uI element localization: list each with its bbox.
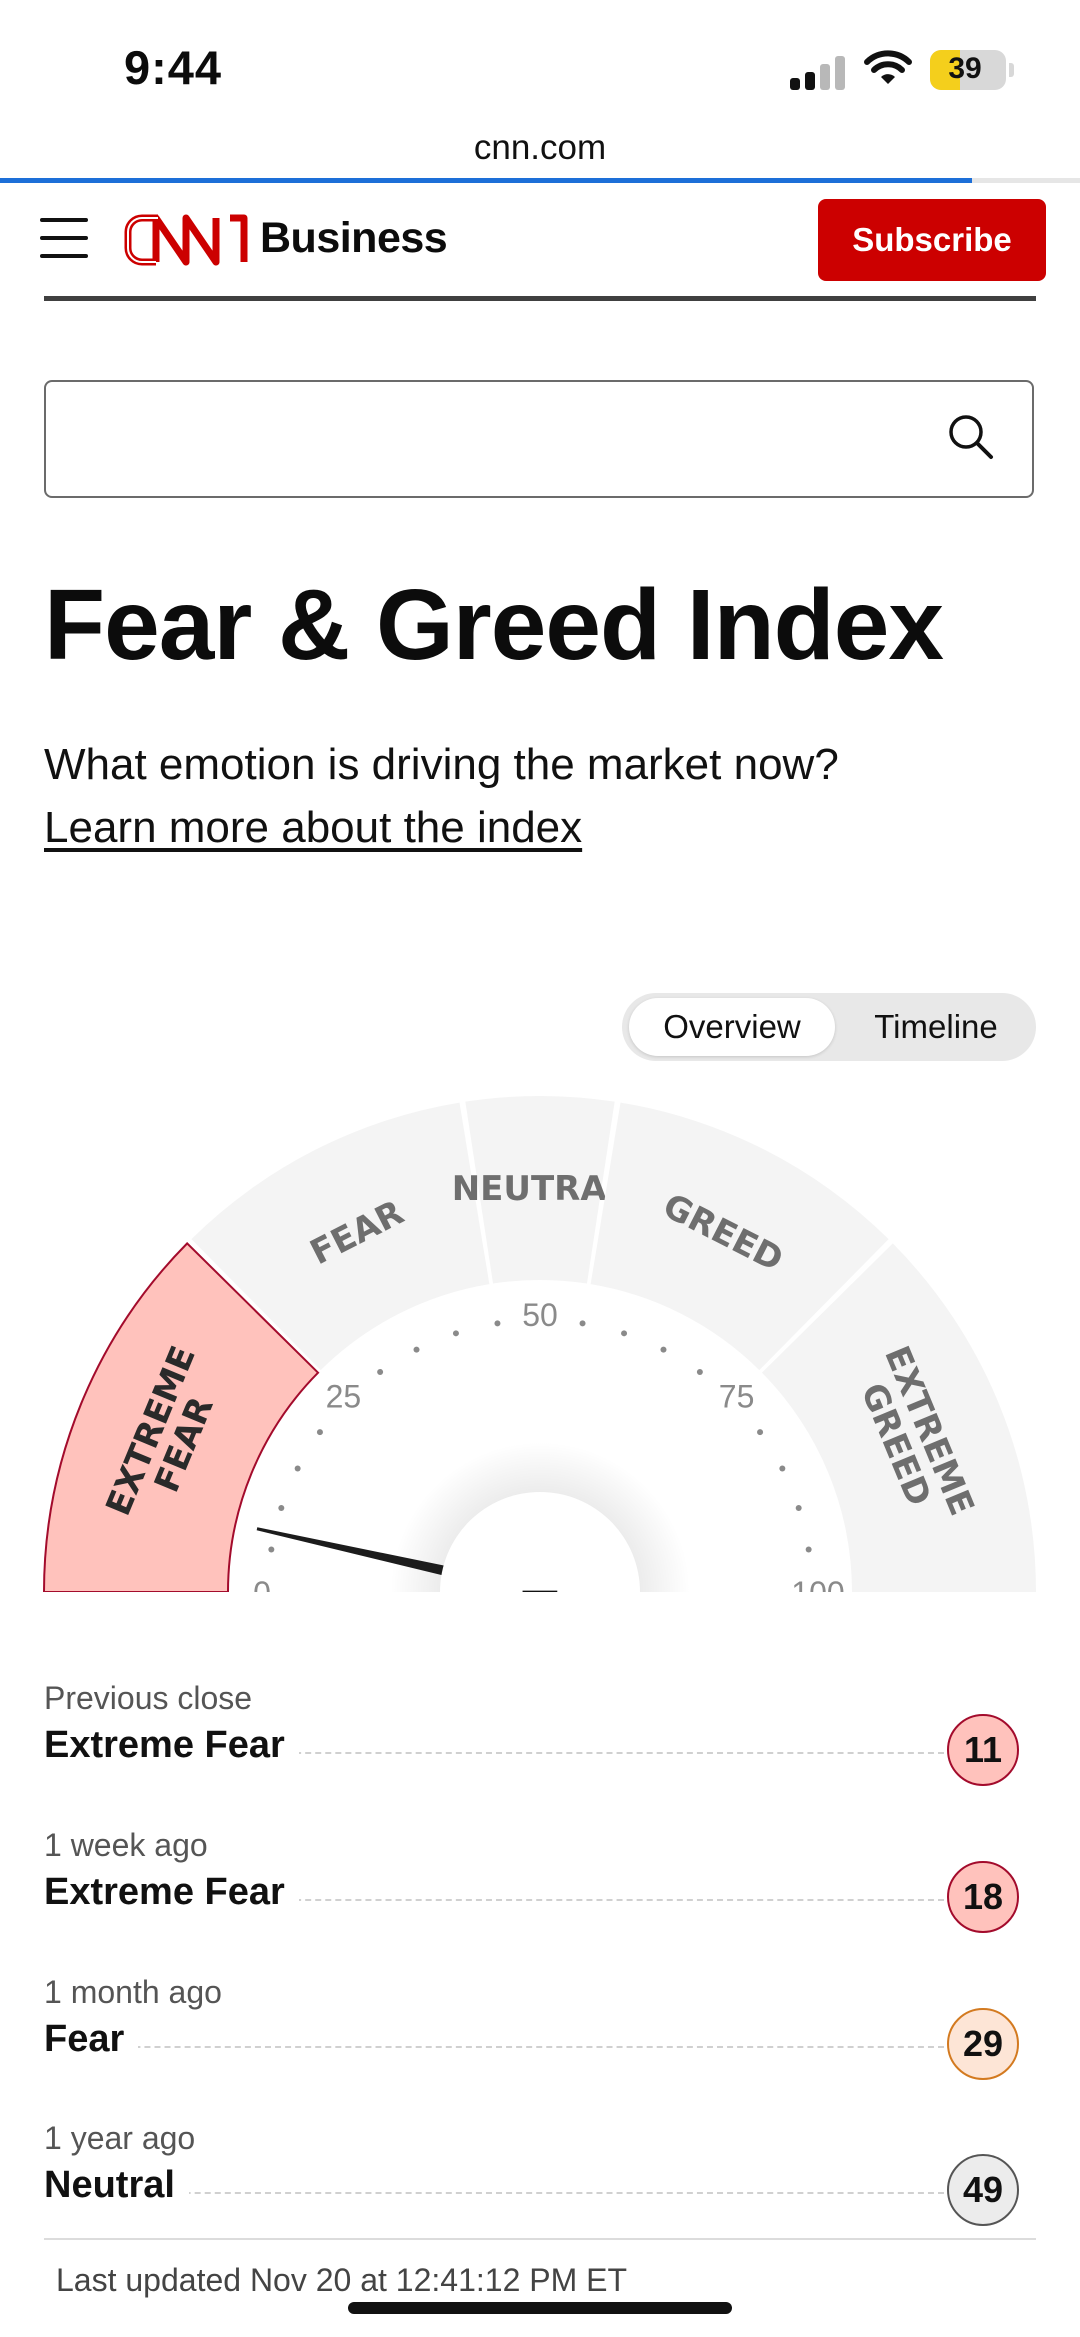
gauge-tick-dot xyxy=(316,1429,323,1436)
battery-icon: 39 xyxy=(930,50,1014,90)
home-indicator[interactable] xyxy=(348,2302,732,2314)
learn-more-link[interactable]: Learn more about the index xyxy=(44,803,582,853)
history-when: Previous close xyxy=(44,1680,253,1716)
search-icon[interactable] xyxy=(946,412,996,462)
page-subtitle: What emotion is driving the market now? xyxy=(44,740,839,789)
view-toggle: Overview Timeline xyxy=(622,993,1036,1061)
page-title: Fear & Greed Index xyxy=(44,569,944,681)
gauge-tick-dot xyxy=(696,1368,703,1375)
gauge-tick-dot xyxy=(660,1346,667,1353)
history-when: 1 month ago xyxy=(44,1974,222,2010)
history-score-badge: 11 xyxy=(947,1714,1019,1786)
tab-timeline[interactable]: Timeline xyxy=(846,998,1026,1056)
gauge-zone-label: NEUTRAL xyxy=(452,1169,629,1209)
gauge-tick-dot xyxy=(757,1429,764,1436)
status-time: 9:44 xyxy=(124,41,223,94)
hamburger-menu-icon[interactable] xyxy=(40,218,92,258)
history-row-1-week-ago: 1 week ago Extreme Fear 18 xyxy=(44,1827,1036,1947)
last-updated: Last updated Nov 20 at 12:41:12 PM ET xyxy=(56,2262,628,2298)
gauge-tick-dot xyxy=(579,1320,586,1327)
status-bar: 9:44 39 xyxy=(0,0,1080,140)
gauge-tick-dot xyxy=(268,1546,275,1553)
gauge-tick-dot xyxy=(779,1465,786,1472)
gauge-tick-label: 25 xyxy=(326,1378,362,1414)
wifi-icon xyxy=(864,50,912,84)
address-bar[interactable]: cnn.com xyxy=(0,128,1080,168)
battery-level: 39 xyxy=(948,52,982,85)
tab-overview[interactable]: Overview xyxy=(629,998,835,1056)
cnn-logo[interactable] xyxy=(120,208,252,272)
history-when: 1 week ago xyxy=(44,1827,208,1863)
page-load-progress xyxy=(0,178,1080,183)
fear-greed-gauge: EXTREMEFEARFEARNEUTRAL GREEDEXTREMEGREED … xyxy=(0,1096,1080,1610)
footer-divider xyxy=(44,2238,1036,2240)
cellular-signal-icon xyxy=(790,52,846,90)
history-rating: Fear xyxy=(44,2018,139,2061)
gauge-tick-dot xyxy=(494,1320,501,1327)
gauge-tick-dot xyxy=(413,1346,420,1353)
gauge-tick-dot xyxy=(805,1546,812,1553)
gauge-tick-dot xyxy=(278,1504,285,1511)
subscribe-button[interactable]: Subscribe xyxy=(818,199,1046,281)
gauge-tick-dot xyxy=(377,1368,384,1375)
gauge-tick-label: 50 xyxy=(522,1297,558,1333)
history-score-badge: 18 xyxy=(947,1861,1019,1933)
gauge-tick-label: 75 xyxy=(719,1378,755,1414)
gauge-tick-dot xyxy=(621,1330,628,1337)
search-box[interactable] xyxy=(44,380,1034,498)
history-row-previous-close: Previous close Extreme Fear 11 xyxy=(44,1680,1036,1800)
history-row-1-month-ago: 1 month ago Fear 29 xyxy=(44,1974,1036,2094)
page-load-progress-fill xyxy=(0,178,972,183)
history-row-1-year-ago: 1 year ago Neutral 49 xyxy=(44,2120,1036,2240)
gauge-tick-dot xyxy=(452,1330,459,1337)
gauge-tick-dot xyxy=(294,1465,301,1472)
history-score-badge: 49 xyxy=(947,2154,1019,2226)
brand-business[interactable]: Business xyxy=(260,214,448,263)
history-score-badge: 29 xyxy=(947,2008,1019,2080)
history-rating: Extreme Fear xyxy=(44,1724,299,1767)
header-divider xyxy=(44,296,1036,301)
gauge-tick-dot xyxy=(795,1504,802,1511)
history-when: 1 year ago xyxy=(44,2120,196,2156)
search-input[interactable] xyxy=(66,402,950,480)
history-rating: Extreme Fear xyxy=(44,1871,299,1914)
history-rating: Neutral xyxy=(44,2164,189,2207)
